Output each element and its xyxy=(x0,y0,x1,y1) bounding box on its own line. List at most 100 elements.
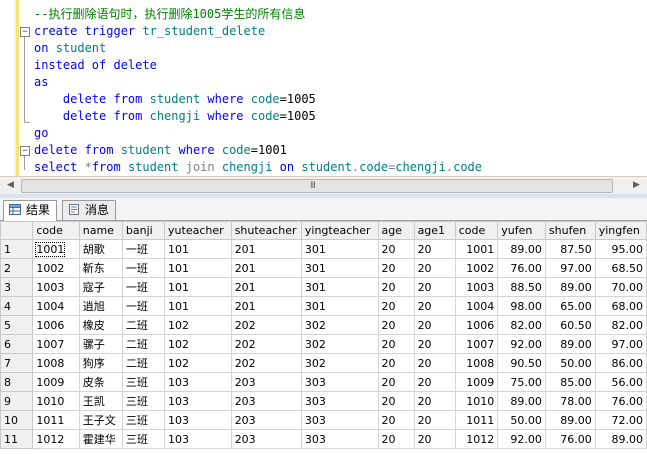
row-number[interactable]: 4 xyxy=(0,296,34,316)
table-cell[interactable]: 一班 xyxy=(121,277,166,297)
table-cell[interactable]: 203 xyxy=(230,391,302,411)
table-cell[interactable]: 203 xyxy=(230,410,302,430)
table-cell[interactable]: 98.00 xyxy=(497,296,546,316)
table-cell[interactable]: 89.00 xyxy=(497,391,546,411)
table-cell[interactable]: 20 xyxy=(413,334,456,354)
table-cell[interactable]: 301 xyxy=(300,258,379,278)
code-line[interactable]: delete from chengji where code=1005 xyxy=(34,108,316,125)
table-cell[interactable]: 20 xyxy=(413,296,456,316)
table-row[interactable]: 6 1007 骡子 二班 102 202 302 20 20 1007 92.00 89.00 97.0… xyxy=(0,334,647,354)
table-cell[interactable]: 20 xyxy=(377,296,415,316)
table-cell[interactable]: 303 xyxy=(300,391,379,411)
table-cell[interactable]: 1011 xyxy=(454,410,499,430)
table-row[interactable]: 2 1002 靳东 一班 101 201 301 20 20 1002 76.00 97.00 68.5… xyxy=(0,258,647,278)
scroll-left-icon[interactable]: ◀ xyxy=(3,178,18,193)
row-number[interactable]: 11 xyxy=(0,429,34,449)
table-cell[interactable]: 303 xyxy=(300,372,379,392)
code-line[interactable]: delete from student where code=1001 xyxy=(34,142,287,159)
row-number[interactable]: 6 xyxy=(0,334,34,354)
table-cell[interactable]: 1007 xyxy=(32,334,80,354)
column-header-yingteacher[interactable]: yingteacher xyxy=(300,221,379,240)
table-cell[interactable]: 302 xyxy=(300,315,379,335)
table-cell[interactable]: 103 xyxy=(164,429,232,449)
table-cell[interactable]: 1001 xyxy=(454,239,499,259)
code-line[interactable]: delete from student where code=1005 xyxy=(34,91,316,108)
scroll-right-icon[interactable]: ▶ xyxy=(629,178,644,193)
table-cell[interactable]: 82.00 xyxy=(594,315,647,335)
table-cell[interactable]: 89.00 xyxy=(544,410,596,430)
table-cell[interactable]: 1010 xyxy=(454,391,499,411)
table-cell[interactable]: 20 xyxy=(377,315,415,335)
collapse-toggle-icon[interactable]: − xyxy=(20,27,30,37)
table-cell[interactable]: 88.50 xyxy=(497,277,546,297)
table-cell[interactable]: 皮条 xyxy=(78,372,123,392)
table-cell[interactable]: 1003 xyxy=(454,277,499,297)
table-cell[interactable]: 89.00 xyxy=(497,239,546,259)
table-cell[interactable]: 90.50 xyxy=(497,353,546,373)
table-row[interactable]: 3 1003 寇子 一班 101 201 301 20 20 1003 88.50 89.00 70.0… xyxy=(0,277,647,297)
table-cell[interactable]: 60.50 xyxy=(544,315,596,335)
table-cell[interactable]: 逍旭 xyxy=(78,296,123,316)
table-cell[interactable]: 303 xyxy=(300,410,379,430)
table-cell[interactable]: 20 xyxy=(377,410,415,430)
table-cell[interactable]: 86.00 xyxy=(594,353,647,373)
table-cell[interactable]: 103 xyxy=(164,410,232,430)
table-cell[interactable]: 101 xyxy=(164,277,232,297)
row-number[interactable]: 1 xyxy=(0,239,34,259)
table-cell[interactable]: 1004 xyxy=(32,296,80,316)
table-cell[interactable]: 203 xyxy=(230,372,302,392)
code-line[interactable]: as xyxy=(34,74,48,91)
table-cell[interactable]: 20 xyxy=(377,334,415,354)
row-header-corner[interactable] xyxy=(0,221,34,240)
table-cell[interactable]: 20 xyxy=(377,391,415,411)
table-cell[interactable]: 1012 xyxy=(32,429,80,449)
column-header-yingfen[interactable]: yingfen xyxy=(594,221,647,240)
table-cell[interactable]: 一班 xyxy=(121,258,166,278)
collapse-toggle-icon[interactable]: − xyxy=(20,146,30,156)
column-header-age[interactable]: age xyxy=(377,221,415,240)
table-cell[interactable]: 101 xyxy=(164,296,232,316)
table-cell[interactable]: 202 xyxy=(230,353,302,373)
table-cell[interactable]: 一班 xyxy=(121,239,166,259)
table-cell[interactable]: 20 xyxy=(413,410,456,430)
table-cell[interactable]: 20 xyxy=(377,277,415,297)
table-cell[interactable]: 102 xyxy=(164,315,232,335)
row-number[interactable]: 10 xyxy=(0,410,34,430)
table-row[interactable]: 7 1008 狗序 二班 102 202 302 20 20 1008 90.50 50.00 86.0… xyxy=(0,353,647,373)
table-row[interactable]: 8 1009 皮条 三班 103 203 303 20 20 1009 75.00 85.00 56.0… xyxy=(0,372,647,392)
table-cell[interactable]: 20 xyxy=(413,372,456,392)
table-cell[interactable]: 56.00 xyxy=(594,372,647,392)
table-cell[interactable]: 二班 xyxy=(121,353,166,373)
tab-messages[interactable]: 消息 xyxy=(62,200,117,220)
table-cell[interactable]: 1007 xyxy=(454,334,499,354)
table-cell[interactable]: 20 xyxy=(377,429,415,449)
table-cell[interactable]: 89.00 xyxy=(594,429,647,449)
column-header-code[interactable]: code xyxy=(454,221,499,240)
column-header-shuteacher[interactable]: shuteacher xyxy=(230,221,302,240)
table-cell[interactable]: 97.00 xyxy=(594,334,647,354)
table-row[interactable]: 9 1010 王凯 三班 103 203 303 20 20 1010 89.00 78.00 76.0… xyxy=(0,391,647,411)
table-cell[interactable]: 二班 xyxy=(121,315,166,335)
row-number[interactable]: 3 xyxy=(0,277,34,297)
table-cell[interactable]: 78.00 xyxy=(544,391,596,411)
table-cell[interactable]: 301 xyxy=(300,277,379,297)
results-grid[interactable]: code name banji yuteacher shuteacher yingteac… xyxy=(0,221,647,454)
table-cell[interactable]: 92.00 xyxy=(497,334,546,354)
table-cell[interactable]: 三班 xyxy=(121,410,166,430)
scrollbar-thumb[interactable]: III xyxy=(21,179,613,193)
row-number[interactable]: 5 xyxy=(0,315,34,335)
table-cell[interactable]: 狗序 xyxy=(78,353,123,373)
table-cell[interactable]: 302 xyxy=(300,353,379,373)
table-cell[interactable]: 20 xyxy=(413,239,456,259)
table-cell[interactable]: 寇子 xyxy=(78,277,123,297)
table-cell[interactable]: 1001 xyxy=(32,239,80,259)
table-cell[interactable]: 75.00 xyxy=(497,372,546,392)
table-cell[interactable]: 1008 xyxy=(32,353,80,373)
table-cell[interactable]: 302 xyxy=(300,334,379,354)
table-cell[interactable]: 301 xyxy=(300,239,379,259)
table-cell[interactable]: 303 xyxy=(300,429,379,449)
table-cell[interactable]: 1011 xyxy=(32,410,80,430)
table-cell[interactable]: 72.00 xyxy=(594,410,647,430)
table-cell[interactable]: 101 xyxy=(164,239,232,259)
table-cell[interactable]: 1006 xyxy=(454,315,499,335)
